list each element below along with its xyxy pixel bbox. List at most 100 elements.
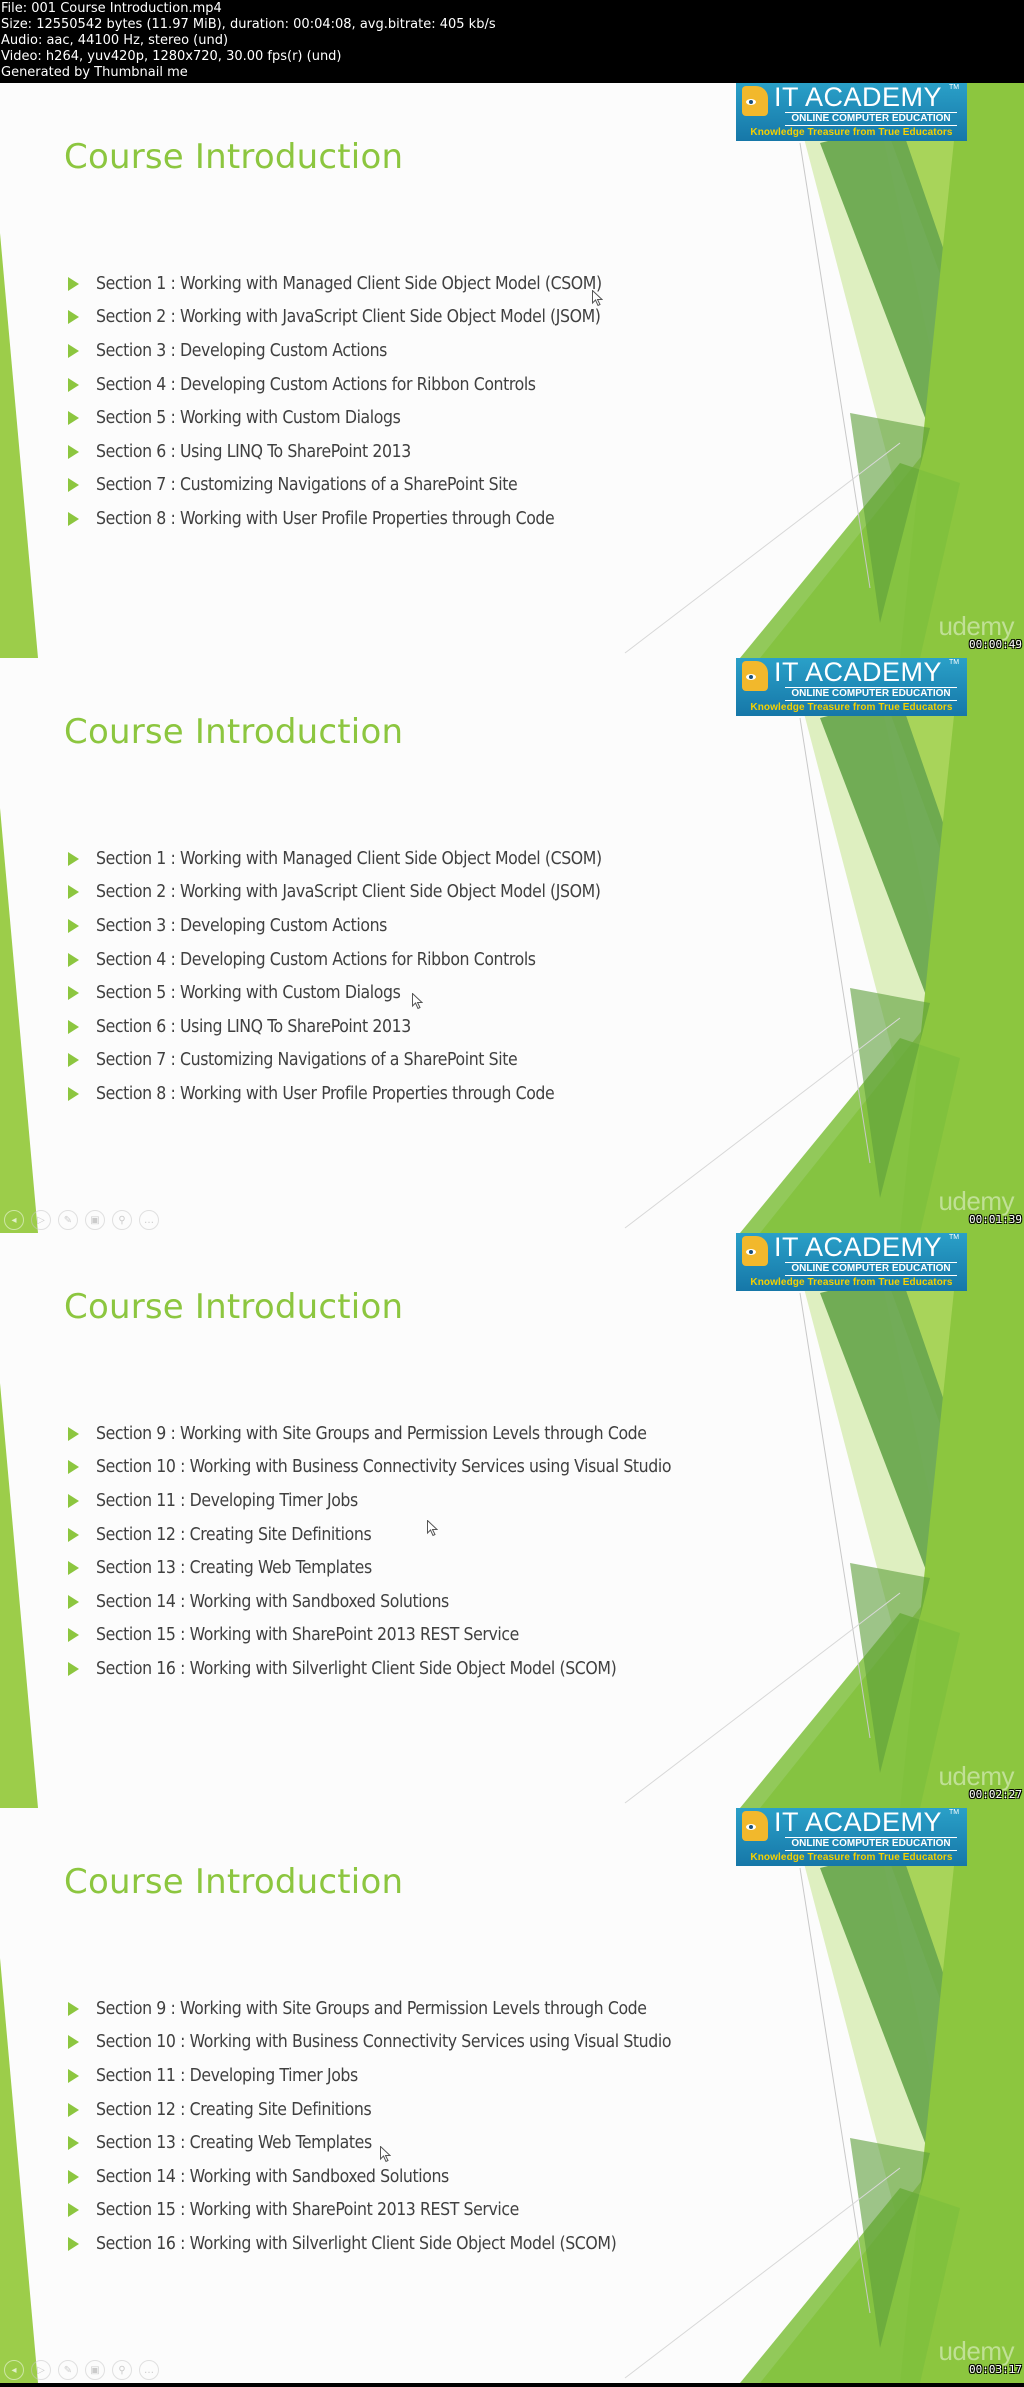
logo-trademark: TM: [949, 659, 960, 666]
section-list-item: Section 10 : Working with Business Conne…: [64, 2026, 671, 2060]
bullet-triangle-icon: [68, 2001, 79, 2016]
logo-trademark: TM: [949, 84, 960, 91]
section-list-item-text: Section 14 : Working with Sandboxed Solu…: [96, 2166, 449, 2187]
it-academy-logo: IT ACADEMY TM ONLINE COMPUTER EDUCATION …: [736, 1808, 967, 1866]
next-slide-button[interactable]: ▷: [31, 1210, 51, 1230]
video-info-line: Video: h264, yuv420p, 1280x720, 30.00 fp…: [1, 49, 342, 64]
pen-icon: ✎: [63, 2364, 73, 2376]
section-list-item-text: Section 3 : Developing Custom Actions: [96, 340, 387, 361]
bullet-triangle-icon: [68, 1561, 79, 1576]
bullet-triangle-icon: [68, 952, 79, 967]
bullet-triangle-icon: [68, 2203, 79, 2218]
bullet-triangle-icon: [68, 2035, 79, 2050]
section-list-item-text: Section 1 : Working with Managed Client …: [96, 848, 602, 869]
section-list-item: Section 8 : Working with User Profile Pr…: [64, 1077, 602, 1111]
section-list-item-text: Section 11 : Developing Timer Jobs: [96, 2065, 358, 2086]
bullet-triangle-icon: [68, 411, 79, 426]
logo-eye-icon: [746, 99, 756, 105]
next-slide-icon: ▷: [37, 2364, 45, 2376]
slides-grid-button[interactable]: ▣: [85, 1210, 105, 1230]
more-options-icon: …: [144, 1214, 154, 1226]
video-frame-thumbnail-3: IT ACADEMY TM ONLINE COMPUTER EDUCATION …: [0, 1233, 1024, 1808]
logo-subtitle: ONLINE COMPUTER EDUCATION: [785, 1837, 957, 1851]
logo-name: IT ACADEMY: [774, 658, 943, 687]
section-list-item-text: Section 11 : Developing Timer Jobs: [96, 1490, 358, 1511]
section-list-item-text: Section 13 : Creating Web Templates: [96, 1558, 372, 1579]
section-list: Section 1 : Working with Managed Client …: [64, 267, 602, 536]
section-list-item: Section 16 : Working with Silverlight Cl…: [64, 2227, 671, 2261]
section-list-item: Section 2 : Working with JavaScript Clie…: [64, 876, 602, 910]
section-list-item: Section 4 : Developing Custom Actions fo…: [64, 943, 602, 977]
more-options-button[interactable]: …: [139, 2360, 159, 2380]
zoom-button[interactable]: ⚲: [112, 1210, 132, 1230]
section-list-item: Section 7 : Customizing Navigations of a…: [64, 1044, 602, 1078]
logo-name: IT ACADEMY: [774, 1233, 943, 1262]
section-list-item-text: Section 10 : Working with Business Conne…: [96, 2032, 672, 2053]
section-list-item: Section 12 : Creating Site Definitions: [64, 1518, 671, 1552]
video-frame-thumbnail-1: IT ACADEMY TM ONLINE COMPUTER EDUCATION …: [0, 83, 1024, 658]
video-frame-thumbnail-2: IT ACADEMY TM ONLINE COMPUTER EDUCATION …: [0, 658, 1024, 1233]
section-list-item-text: Section 2 : Working with JavaScript Clie…: [96, 307, 601, 328]
section-list-item-text: Section 10 : Working with Business Conne…: [96, 1457, 672, 1478]
section-list-item: Section 9 : Working with Site Groups and…: [64, 1417, 671, 1451]
section-list-item: Section 12 : Creating Site Definitions: [64, 2093, 671, 2127]
bullet-triangle-icon: [68, 986, 79, 1001]
previous-slide-button[interactable]: ◂: [4, 1210, 24, 1230]
bullet-triangle-icon: [68, 310, 79, 325]
slide-title: Course Introduction: [64, 137, 404, 177]
section-list-item-text: Section 15 : Working with SharePoint 201…: [96, 1625, 519, 1646]
section-list-item: Section 14 : Working with Sandboxed Solu…: [64, 2160, 671, 2194]
bullet-triangle-icon: [68, 377, 79, 392]
section-list-item-text: Section 3 : Developing Custom Actions: [96, 915, 387, 936]
more-options-button[interactable]: …: [139, 1210, 159, 1230]
slides-grid-button[interactable]: ▣: [85, 2360, 105, 2380]
bullet-triangle-icon: [68, 2236, 79, 2251]
section-list-item: Section 15 : Working with SharePoint 201…: [64, 1619, 671, 1653]
bullet-triangle-icon: [68, 1426, 79, 1441]
slides-grid-icon: ▣: [90, 2364, 100, 2376]
slide-title: Course Introduction: [64, 712, 404, 752]
section-list-item: Section 13 : Creating Web Templates: [64, 1551, 671, 1585]
bullet-triangle-icon: [68, 2102, 79, 2117]
section-list-item: Section 1 : Working with Managed Client …: [64, 842, 602, 876]
zoom-icon: ⚲: [118, 2364, 126, 2376]
bullet-triangle-icon: [68, 2068, 79, 2083]
bullet-triangle-icon: [68, 343, 79, 358]
zoom-button[interactable]: ⚲: [112, 2360, 132, 2380]
section-list-item-text: Section 12 : Creating Site Definitions: [96, 1524, 372, 1545]
pen-button[interactable]: ✎: [58, 1210, 78, 1230]
slide-title: Course Introduction: [64, 1862, 404, 1902]
next-slide-button[interactable]: ▷: [31, 2360, 51, 2380]
section-list-item-text: Section 16 : Working with Silverlight Cl…: [96, 2233, 617, 2254]
bullet-triangle-icon: [68, 478, 79, 493]
section-list-item-text: Section 6 : Using LINQ To SharePoint 201…: [96, 1016, 411, 1037]
logo-subtitle: ONLINE COMPUTER EDUCATION: [785, 1262, 957, 1276]
it-academy-logo: IT ACADEMY TM ONLINE COMPUTER EDUCATION …: [736, 83, 967, 141]
section-list-item-text: Section 9 : Working with Site Groups and…: [96, 1998, 647, 2019]
bullet-triangle-icon: [68, 1661, 79, 1676]
bullet-triangle-icon: [68, 1594, 79, 1609]
previous-slide-button[interactable]: ◂: [4, 2360, 24, 2380]
bullet-triangle-icon: [68, 511, 79, 526]
bullet-triangle-icon: [68, 1086, 79, 1101]
section-list-item: Section 5 : Working with Custom Dialogs: [64, 401, 602, 435]
it-academy-logo: IT ACADEMY TM ONLINE COMPUTER EDUCATION …: [736, 658, 967, 716]
section-list-item-text: Section 4 : Developing Custom Actions fo…: [96, 374, 536, 395]
section-list-item: Section 6 : Using LINQ To SharePoint 201…: [64, 1010, 602, 1044]
section-list-item: Section 7 : Customizing Navigations of a…: [64, 469, 602, 503]
section-list-item-text: Section 8 : Working with User Profile Pr…: [96, 508, 555, 529]
bullet-triangle-icon: [68, 851, 79, 866]
frame-timestamp: 00:00:49: [969, 638, 1022, 651]
slides-grid-icon: ▣: [90, 1214, 100, 1226]
section-list-item-text: Section 9 : Working with Site Groups and…: [96, 1423, 647, 1444]
section-list-item-text: Section 1 : Working with Managed Client …: [96, 273, 602, 294]
logo-subtitle: ONLINE COMPUTER EDUCATION: [785, 112, 957, 126]
section-list-item: Section 3 : Developing Custom Actions: [64, 334, 602, 368]
section-list-item: Section 13 : Creating Web Templates: [64, 2126, 671, 2160]
logo-tagline: Knowledge Treasure from True Educators: [750, 127, 953, 138]
pen-button[interactable]: ✎: [58, 2360, 78, 2380]
section-list-item: Section 15 : Working with SharePoint 201…: [64, 2194, 671, 2228]
section-list-item-text: Section 13 : Creating Web Templates: [96, 2133, 372, 2154]
section-list-item-text: Section 5 : Working with Custom Dialogs: [96, 983, 401, 1004]
slideshow-controls: ◂ ▷ ✎ ▣ ⚲ …: [4, 2360, 159, 2380]
